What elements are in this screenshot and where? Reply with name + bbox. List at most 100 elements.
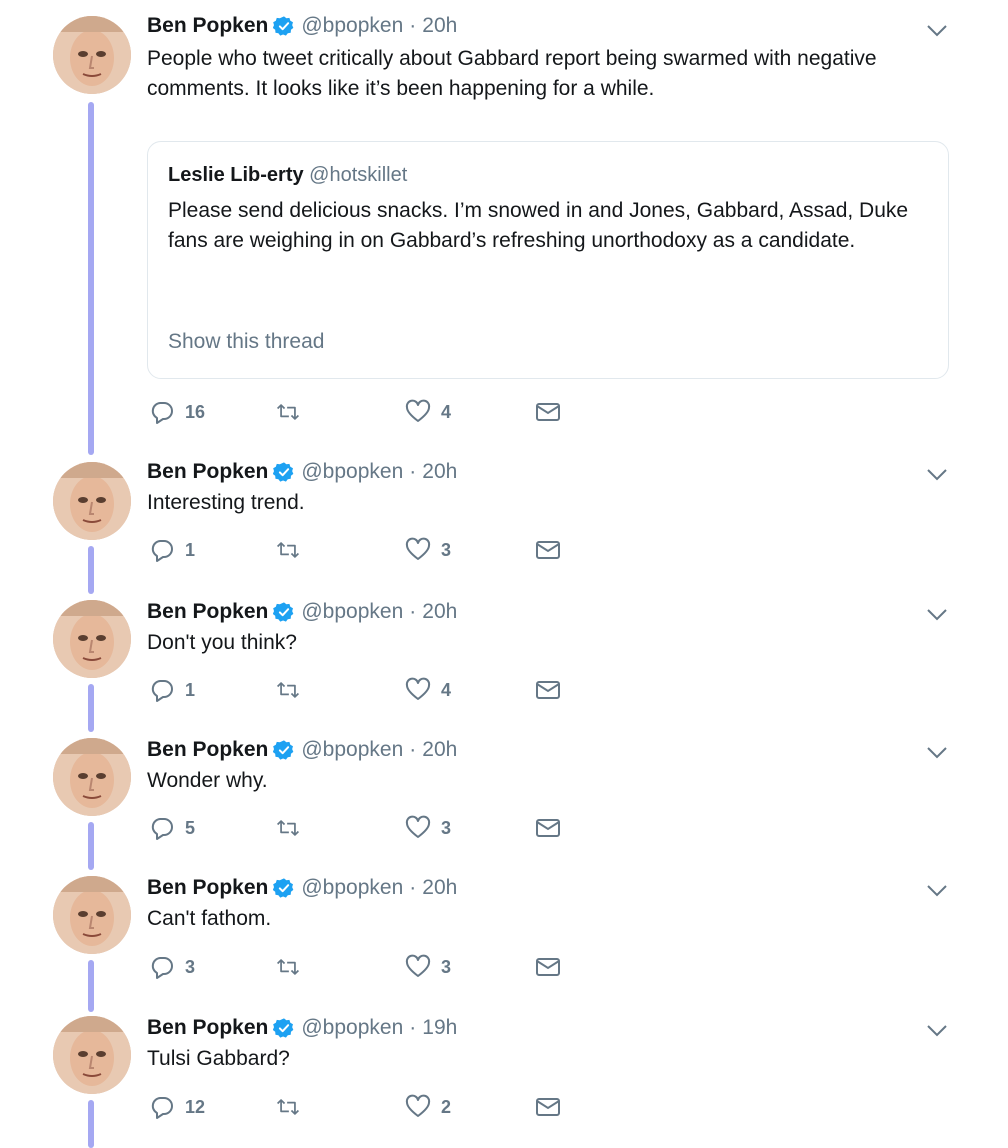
- reply-button[interactable]: 16: [149, 397, 205, 427]
- like-count: 3: [441, 956, 452, 977]
- retweet-icon: [276, 404, 300, 420]
- avatar[interactable]: [53, 16, 131, 94]
- tweet-header: Ben Popken @bpopken · 20h: [147, 598, 457, 626]
- separator-dot: ·: [409, 1016, 417, 1039]
- author-name[interactable]: Ben Popken: [147, 1016, 268, 1040]
- avatar[interactable]: [53, 462, 131, 540]
- retweet-button[interactable]: [275, 1092, 311, 1122]
- like-count: 3: [441, 539, 452, 560]
- retweet-icon: [276, 1099, 300, 1115]
- reply-button[interactable]: 3: [149, 952, 195, 982]
- quoted-text-fade: [148, 300, 948, 330]
- like-count: 4: [441, 679, 452, 700]
- tweet[interactable]: Ben Popken @bpopken · 20h Don't you thin…: [0, 586, 1008, 732]
- avatar[interactable]: [53, 876, 131, 954]
- tweet[interactable]: Ben Popken @bpopken · 19h Tulsi Gabbard?…: [0, 1002, 1008, 1148]
- dm-button[interactable]: [535, 535, 561, 565]
- reply-button[interactable]: 5: [149, 813, 195, 843]
- author-handle[interactable]: @bpopken: [301, 876, 403, 900]
- tweet[interactable]: Ben Popken @bpopken · 20h Interesting tr…: [0, 446, 1008, 594]
- like-icon: [405, 399, 431, 422]
- author-name[interactable]: Ben Popken: [147, 14, 268, 38]
- chevron-down-icon[interactable]: [926, 884, 948, 898]
- retweet-icon: [276, 682, 300, 698]
- timestamp[interactable]: 20h: [422, 460, 457, 484]
- dm-icon: [536, 681, 560, 699]
- author-handle[interactable]: @bpopken: [301, 1016, 403, 1040]
- reply-count: 5: [185, 817, 196, 838]
- retweet-button[interactable]: [275, 952, 311, 982]
- retweet-button[interactable]: [275, 397, 311, 427]
- tweet-actions: 5 3: [147, 813, 597, 843]
- author-handle[interactable]: @bpopken: [301, 600, 403, 624]
- reply-icon: [151, 540, 173, 562]
- thread-line: [88, 1100, 94, 1148]
- like-button[interactable]: 3: [405, 813, 451, 843]
- timestamp[interactable]: 19h: [422, 1016, 457, 1040]
- timestamp[interactable]: 20h: [422, 876, 457, 900]
- quoted-tweet-text: Please send delicious snacks. I’m snowed…: [168, 199, 909, 252]
- reply-icon: [151, 402, 173, 424]
- retweet-button[interactable]: [275, 813, 311, 843]
- timestamp[interactable]: 20h: [422, 14, 457, 38]
- author-name[interactable]: Ben Popken: [147, 738, 268, 762]
- retweet-button[interactable]: [275, 675, 311, 705]
- retweet-button[interactable]: [275, 535, 311, 565]
- verified-badge-icon: [273, 740, 294, 760]
- like-button[interactable]: 4: [405, 675, 451, 705]
- verified-badge-icon: [273, 602, 294, 622]
- reply-button[interactable]: 12: [149, 1092, 205, 1122]
- tweet-actions: 16 4: [147, 397, 597, 427]
- reply-count: 16: [185, 401, 206, 422]
- verified-badge-icon: [273, 1018, 294, 1038]
- show-thread-link[interactable]: Show this thread: [168, 330, 324, 354]
- separator-dot: ·: [409, 738, 417, 761]
- tweet-header: Ben Popken @bpopken · 20h: [147, 736, 457, 764]
- author-name[interactable]: Ben Popken: [147, 876, 268, 900]
- chevron-down-icon[interactable]: [926, 468, 948, 482]
- quoted-tweet-header: Leslie Lib-erty @hotskillet: [168, 164, 407, 187]
- author-handle[interactable]: @bpopken: [301, 738, 403, 762]
- like-button[interactable]: 4: [405, 397, 451, 427]
- like-icon: [405, 537, 431, 560]
- dm-button[interactable]: [535, 675, 561, 705]
- like-icon: [405, 815, 431, 838]
- author-handle[interactable]: @bpopken: [301, 14, 403, 38]
- timestamp[interactable]: 20h: [422, 600, 457, 624]
- avatar[interactable]: [53, 738, 131, 816]
- tweet-header: Ben Popken @bpopken · 20h: [147, 12, 457, 40]
- avatar[interactable]: [53, 600, 131, 678]
- dm-button[interactable]: [535, 397, 561, 427]
- retweet-icon: [276, 820, 300, 836]
- dm-icon: [536, 1098, 560, 1116]
- reply-count: 1: [185, 539, 196, 560]
- like-count: 3: [441, 817, 452, 838]
- reply-button[interactable]: 1: [149, 535, 195, 565]
- separator-dot: ·: [409, 600, 417, 623]
- quoted-author-handle: @hotskillet: [309, 164, 408, 186]
- chevron-down-icon[interactable]: [926, 746, 948, 760]
- quoted-tweet[interactable]: Leslie Lib-erty @hotskillet Please send …: [147, 141, 949, 379]
- author-handle[interactable]: @bpopken: [301, 460, 403, 484]
- reply-button[interactable]: 1: [149, 675, 195, 705]
- tweet[interactable]: Ben Popken @bpopken · 20h People who twe…: [0, 0, 1008, 455]
- like-button[interactable]: 3: [405, 535, 451, 565]
- chevron-down-icon[interactable]: [926, 1024, 948, 1038]
- like-icon: [405, 677, 431, 700]
- timestamp[interactable]: 20h: [422, 738, 457, 762]
- tweet[interactable]: Ben Popken @bpopken · 20h Can't fathom. …: [0, 862, 1008, 1012]
- tweet[interactable]: Ben Popken @bpopken · 20h Wonder why. 5 …: [0, 724, 1008, 870]
- separator-dot: ·: [409, 460, 417, 483]
- dm-button[interactable]: [535, 813, 561, 843]
- author-name[interactable]: Ben Popken: [147, 600, 268, 624]
- avatar[interactable]: [53, 1016, 131, 1094]
- dm-button[interactable]: [535, 1092, 561, 1122]
- separator-dot: ·: [409, 14, 417, 37]
- tweet-text: Tulsi Gabbard?: [147, 1047, 290, 1070]
- chevron-down-icon[interactable]: [926, 608, 948, 622]
- author-name[interactable]: Ben Popken: [147, 460, 268, 484]
- like-button[interactable]: 3: [405, 952, 451, 982]
- chevron-down-icon[interactable]: [926, 24, 948, 38]
- like-button[interactable]: 2: [405, 1092, 451, 1122]
- dm-button[interactable]: [535, 952, 561, 982]
